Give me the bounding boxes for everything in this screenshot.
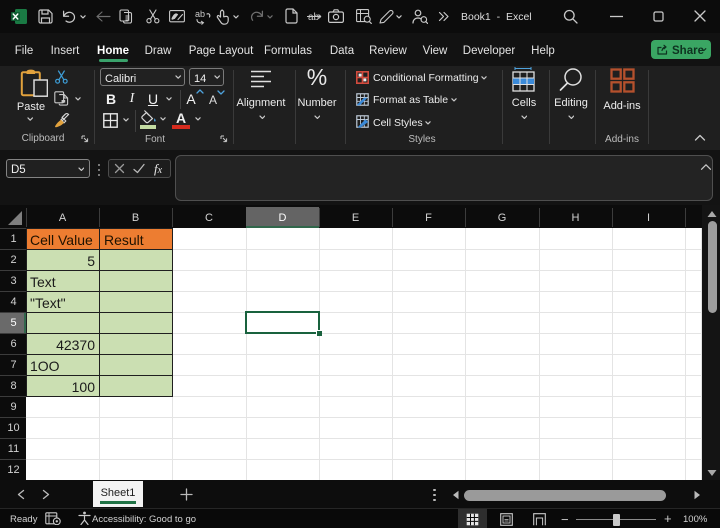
svg-text:ab: ab	[308, 12, 320, 23]
svg-text:ab: ab	[195, 9, 205, 19]
